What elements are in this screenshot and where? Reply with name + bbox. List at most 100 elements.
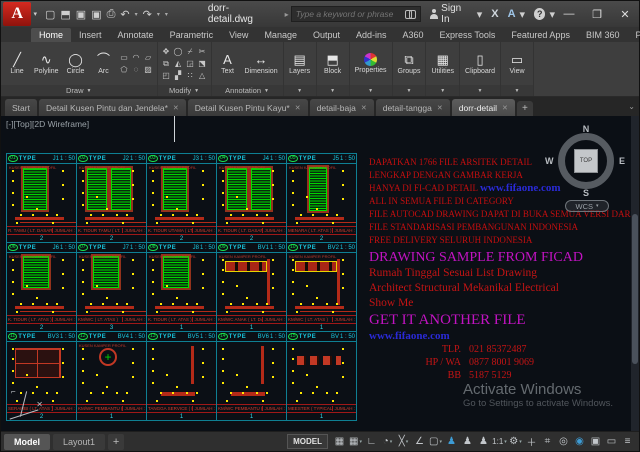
app-menu-caret-icon[interactable]: ▾ — [33, 10, 37, 18]
minimize-button[interactable]: — — [555, 2, 583, 26]
view-panel-label[interactable]: ▼ — [501, 85, 533, 96]
save-as-icon[interactable]: ▣ — [91, 8, 101, 21]
close-button[interactable]: ✕ — [611, 2, 639, 26]
graphics-performance-icon[interactable]: ◉ — [572, 434, 587, 450]
viewcube-west[interactable]: W — [545, 156, 554, 166]
file-tab-close-icon[interactable]: ✕ — [361, 104, 367, 112]
view-button[interactable]: ▭View — [504, 43, 530, 84]
viewcube-north[interactable]: N — [583, 124, 590, 134]
customization-menu-icon[interactable]: ≡ — [620, 434, 635, 450]
sign-in-person-icon[interactable] — [429, 9, 438, 19]
ribbon-tab-view[interactable]: View — [221, 28, 256, 42]
qat-customize-caret-icon[interactable]: ▾ — [165, 11, 168, 18]
redo-caret-icon[interactable]: ▾ — [157, 11, 160, 18]
new-file-icon[interactable]: ▢ — [45, 8, 55, 21]
ribbon-tab-manage[interactable]: Manage — [256, 28, 305, 42]
annotation-scale-button[interactable]: 1:1▾ — [492, 434, 507, 450]
layers-panel-label[interactable]: ▼ — [284, 85, 316, 96]
block-panel-label[interactable]: ▼ — [317, 85, 349, 96]
sign-in-label[interactable]: Sign In — [441, 3, 471, 25]
text-button[interactable]: AText — [215, 43, 241, 84]
draw-panel-label[interactable]: Draw▼ — [1, 85, 157, 96]
ribbon-tab-express-tools[interactable]: Express Tools — [432, 28, 504, 42]
vertical-scrollbar[interactable] — [631, 116, 639, 431]
ribbon-tab-a360[interactable]: A360 — [395, 28, 432, 42]
layers-button[interactable]: ▤Layers — [287, 43, 313, 84]
promo-website-link[interactable]: www.fifaone.com — [480, 182, 561, 194]
ribbon-tab-performance[interactable]: Performance — [627, 28, 640, 42]
search-expand-icon[interactable]: ▸ — [285, 10, 289, 19]
ribbon-tab-output[interactable]: Output — [305, 28, 348, 42]
dimension-button[interactable]: ↔Dimension — [243, 43, 280, 84]
save-icon[interactable]: ▣ — [76, 8, 86, 21]
ribbon-tab-insert[interactable]: Insert — [71, 28, 110, 42]
clean-screen-icon[interactable]: ▣ — [588, 434, 603, 450]
annotation-panel-label[interactable]: Annotation▼ — [212, 85, 283, 96]
properties-button[interactable]: Properties — [353, 43, 389, 84]
new-layout-button[interactable]: + — [108, 434, 124, 450]
restore-button[interactable]: ❐ — [583, 2, 611, 26]
drawing-canvas[interactable]: [-][Top][2D Wireframe] 01TYPEJ11 : 50KUS… — [1, 116, 639, 431]
file-tab[interactable]: detail-baja✕ — [310, 99, 374, 116]
file-tabs-overflow-icon[interactable]: ⌄ — [628, 102, 635, 111]
arc-button[interactable]: ⌒Arc — [91, 43, 117, 84]
sign-in-caret-icon[interactable]: ▾ — [477, 8, 483, 21]
layout-tab-model[interactable]: Model — [4, 434, 50, 450]
autoscale-icon[interactable]: ♟ — [460, 434, 475, 450]
autocad-logo-icon[interactable]: A — [3, 2, 31, 26]
annotation-monitor-icon[interactable]: ＋ — [524, 434, 539, 450]
viewcube-south[interactable]: S — [583, 188, 589, 198]
file-tab-close-icon[interactable]: ✕ — [295, 104, 301, 112]
ribbon-tab-home[interactable]: Home — [31, 28, 71, 42]
exchange-apps-icon[interactable]: X — [491, 8, 498, 20]
annotation-people-icon[interactable]: ♟ — [476, 434, 491, 450]
file-tab[interactable]: Start — [5, 99, 37, 116]
draw-tool-icon[interactable]: ▱ — [143, 52, 154, 63]
modify-tools-grid[interactable]: ✥◯⌿✂ ⧉◭◲⬔ ◰▞∷△ — [161, 43, 208, 84]
utilities-button[interactable]: ▦Utilities — [429, 43, 456, 84]
clipboard-button[interactable]: ▯Clipboard — [463, 43, 497, 84]
isolate-objects-icon[interactable]: ◎ — [556, 434, 571, 450]
groups-panel-label[interactable]: ▼ — [393, 85, 426, 96]
undo-caret-icon[interactable]: ▾ — [135, 11, 138, 18]
help-icon[interactable]: ? — [534, 8, 545, 20]
snap-mode-icon[interactable]: ▦▾ — [348, 434, 363, 450]
redo-icon[interactable]: ↷ — [143, 8, 152, 21]
plot-icon[interactable]: ⎙ — [107, 8, 116, 21]
draw-tool-icon[interactable]: ◠ — [131, 52, 142, 63]
undo-icon[interactable]: ↶ — [120, 8, 129, 21]
ribbon-tab-add-ins[interactable]: Add-ins — [348, 28, 395, 42]
ribbon-tab-bim-360[interactable]: BIM 360 — [578, 28, 628, 42]
file-tab[interactable]: Detail Kusen Pintu dan Jendela*✕ — [39, 99, 186, 116]
workspace-gear-icon[interactable]: ⚙▾ — [508, 434, 523, 450]
draw-tool-icon[interactable]: ⬠ — [119, 64, 130, 75]
block-button[interactable]: ⬒Block — [320, 43, 346, 84]
draw-tool-icon[interactable]: ◌ — [131, 64, 142, 75]
circle-button[interactable]: ◯Circle — [63, 43, 89, 84]
properties-panel-label[interactable]: ▼ — [350, 85, 392, 96]
draw-tool-icon[interactable]: ▭ — [119, 52, 130, 63]
layout-tab-layout1[interactable]: Layout1 — [53, 434, 105, 450]
grid-display-icon[interactable]: ▦ — [332, 434, 347, 450]
polar-tracking-icon[interactable]: ◔▾ — [380, 434, 395, 450]
viewcube-east[interactable]: E — [619, 156, 625, 166]
osnap-tracking-icon[interactable]: ╳▾ — [396, 434, 411, 450]
new-file-tab-button[interactable]: + — [517, 101, 533, 116]
model-space-button[interactable]: MODEL — [287, 434, 328, 449]
search-binoculars-icon[interactable] — [405, 10, 416, 18]
a360-caret-icon[interactable]: ▾ — [520, 8, 526, 21]
fullscreen-icon[interactable]: ▭ — [604, 434, 619, 450]
search-input[interactable] — [296, 9, 405, 19]
viewport-controls[interactable]: [-][Top][2D Wireframe] — [6, 119, 89, 129]
draw-extra-tools-grid[interactable]: ▭◠▱ ⬠◌▨ — [119, 43, 154, 84]
draw-tool-icon[interactable]: ▨ — [143, 64, 154, 75]
file-tab-close-icon[interactable]: ✕ — [437, 104, 443, 112]
annotation-visibility-icon[interactable]: ♟ — [444, 434, 459, 450]
search-box[interactable] — [291, 6, 421, 22]
viewcube-top-face[interactable]: TOP — [574, 149, 598, 173]
isometric-drafting-icon[interactable]: ∠ — [412, 434, 427, 450]
open-file-icon[interactable]: ⬒ — [60, 8, 70, 21]
file-tab-close-icon[interactable]: ✕ — [502, 104, 508, 112]
file-tab[interactable]: dorr-detail✕ — [452, 99, 515, 116]
wcs-dropdown[interactable]: WCS▾ — [565, 200, 609, 212]
